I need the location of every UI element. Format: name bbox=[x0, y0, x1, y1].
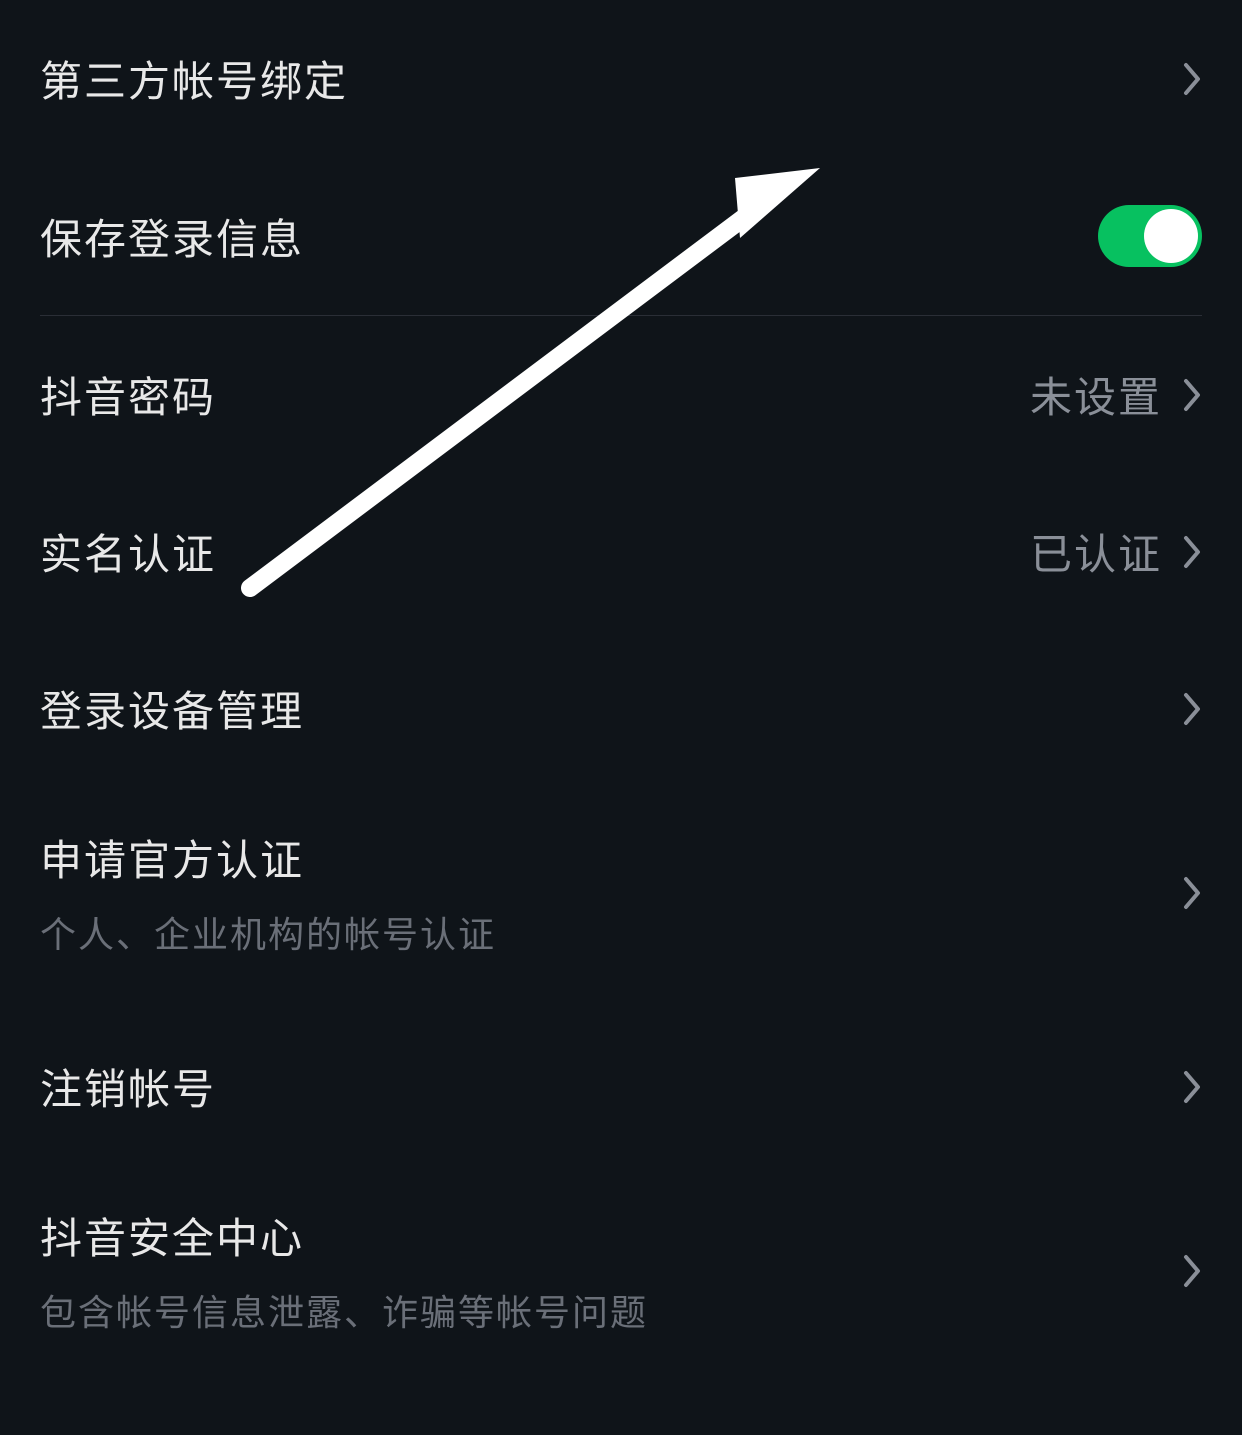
setting-real-name-verification[interactable]: 实名认证 已认证 bbox=[40, 473, 1202, 630]
setting-third-party-binding[interactable]: 第三方帐号绑定 bbox=[40, 0, 1202, 157]
chevron-right-icon bbox=[1182, 377, 1202, 413]
chevron-right-icon bbox=[1182, 1253, 1202, 1289]
setting-label: 保存登录信息 bbox=[40, 206, 304, 267]
setting-sublabel: 包含帐号信息泄露、诈骗等帐号问题 bbox=[40, 1284, 648, 1336]
toggle-knob bbox=[1144, 209, 1198, 263]
setting-official-certification[interactable]: 申请官方认证 个人、企业机构的帐号认证 bbox=[40, 787, 1202, 1008]
setting-label: 第三方帐号绑定 bbox=[40, 48, 348, 109]
chevron-right-icon bbox=[1182, 691, 1202, 727]
chevron-right-icon bbox=[1182, 534, 1202, 570]
setting-label: 抖音密码 bbox=[40, 364, 216, 425]
setting-label: 抖音安全中心 bbox=[40, 1205, 648, 1266]
setting-value: 已认证 bbox=[1030, 521, 1162, 582]
setting-save-login-info[interactable]: 保存登录信息 bbox=[40, 157, 1202, 315]
setting-value: 未设置 bbox=[1030, 364, 1162, 425]
toggle-save-login[interactable] bbox=[1098, 205, 1202, 267]
setting-label: 注销帐号 bbox=[40, 1056, 216, 1117]
setting-sublabel: 个人、企业机构的帐号认证 bbox=[40, 906, 496, 958]
setting-label: 实名认证 bbox=[40, 521, 216, 582]
setting-deactivate-account[interactable]: 注销帐号 bbox=[40, 1008, 1202, 1165]
chevron-right-icon bbox=[1182, 875, 1202, 911]
setting-login-device-management[interactable]: 登录设备管理 bbox=[40, 630, 1202, 787]
chevron-right-icon bbox=[1182, 1069, 1202, 1105]
setting-douyin-password[interactable]: 抖音密码 未设置 bbox=[40, 316, 1202, 473]
setting-security-center[interactable]: 抖音安全中心 包含帐号信息泄露、诈骗等帐号问题 bbox=[40, 1165, 1202, 1386]
setting-label: 申请官方认证 bbox=[40, 827, 496, 888]
chevron-right-icon bbox=[1182, 61, 1202, 97]
setting-label: 登录设备管理 bbox=[40, 678, 304, 739]
